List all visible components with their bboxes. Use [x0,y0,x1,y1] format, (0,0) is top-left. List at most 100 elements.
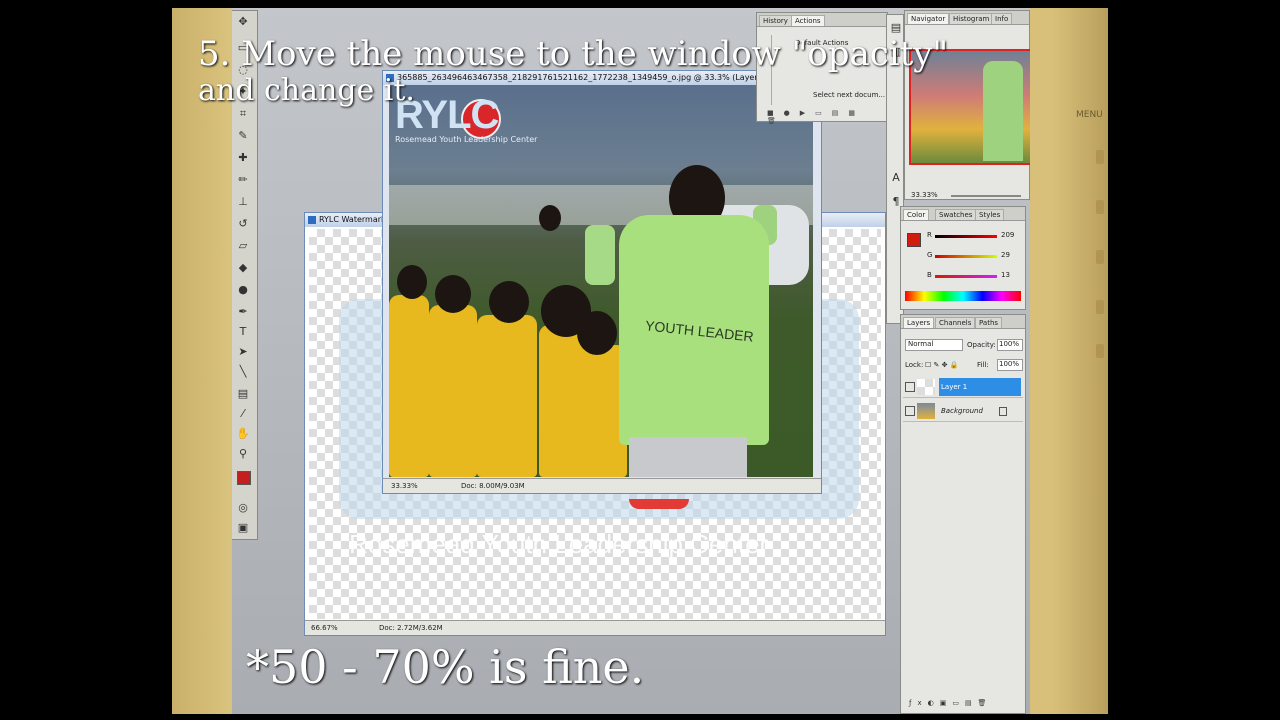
tab-channels[interactable]: Channels [935,317,976,328]
type-tool-icon[interactable]: T [236,325,250,339]
background-person [585,225,615,285]
opacity-field[interactable]: 100% [997,339,1023,351]
photo-zoom[interactable]: 33.33% [391,479,418,493]
g-value[interactable]: 29 [1001,251,1010,259]
b-label: B [927,271,932,279]
monitor-button[interactable] [1096,344,1104,358]
visibility-eye-icon[interactable] [905,382,915,392]
healing-brush-icon[interactable]: ✚ [236,151,250,165]
path-selection-icon[interactable]: ➤ [236,345,250,359]
photo-document-window[interactable]: 365885_263496463467358_218291761521162_1… [382,70,822,494]
fill-field[interactable]: 100% [997,359,1023,371]
monitor-button[interactable] [1096,300,1104,314]
watermark-doc-size: Doc: 2.72M/3.62M [379,624,443,632]
rylc-logo: RYLC Rosemead Youth Leadership Center [395,91,538,147]
layer-row[interactable]: Background [903,401,1023,422]
quick-mask-icon[interactable]: ◎ [236,501,250,515]
foreground-color-chip[interactable] [907,233,921,247]
tab-info[interactable]: Info [991,13,1013,24]
tab-history[interactable]: History [759,15,792,26]
layers-panel: Layers Channels Paths Normal Opacity: 10… [900,314,1026,714]
notes-tool-icon[interactable]: ▤ [236,387,250,401]
eraser-tool-icon[interactable]: ▱ [236,239,250,253]
photo-doc-size: Doc: 8.00M/9.03M [461,482,525,490]
watermark-text: Rosemead Youth Leadership Center [349,529,769,559]
hand-tool-icon[interactable]: ✋ [236,427,250,441]
action-controls[interactable]: ■●▶▭▤▦🗑 [767,109,883,125]
child-head [435,275,471,313]
lock-label: Lock: [905,361,924,369]
monitor-button[interactable] [1096,200,1104,214]
brushes-icon[interactable]: ▤ [889,21,903,35]
pen-tool-icon[interactable]: ✒ [236,305,250,319]
child-head [577,311,617,355]
watermark-zoom[interactable]: 66.67% [311,621,338,635]
tab-layers[interactable]: Layers [903,317,935,328]
history-brush-icon[interactable]: ↺ [236,217,250,231]
photo-canvas[interactable]: YOUTH LEADER RYLC Rosemead Youth Leaders… [389,85,813,477]
crop-tool-icon[interactable]: ⌗ [236,107,250,121]
tab-histogram[interactable]: Histogram [949,13,994,24]
layer-row[interactable]: Layer 1 [903,377,1023,398]
child-head [397,265,427,299]
child-yellow-shirt [389,295,429,477]
action-item[interactable]: Select next docum... [813,91,885,99]
panel-tabs: Color Swatches Styles [901,207,1025,221]
shirt-text: YOUTH LEADER [644,317,755,345]
line-tool-icon[interactable]: ╲ [236,365,250,379]
tab-styles[interactable]: Styles [975,209,1005,220]
layer-name[interactable]: Background [941,401,983,421]
tab-actions[interactable]: Actions [791,15,825,26]
panel-tabs: Navigator Histogram Info [905,11,1029,25]
navigator-zoom[interactable]: 33.33% [911,191,938,199]
tab-color[interactable]: Color [903,209,930,220]
tab-swatches[interactable]: Swatches [935,209,977,220]
photo-window-title-text: 365885_263496463467358_218291761521162_1… [397,73,799,82]
tab-navigator[interactable]: Navigator [907,13,950,24]
color-panel: Color Swatches Styles R 209 G 29 B 13 [900,206,1026,310]
lock-icons[interactable]: ☐ ✎ ✥ 🔒 [925,361,958,369]
layers-footer-icons[interactable]: ƒx◐▣▭▤🗑 [909,699,1021,709]
b-value[interactable]: 13 [1001,271,1010,279]
blur-tool-icon[interactable]: ● [236,283,250,297]
move-tool-icon[interactable]: ✥ [236,15,250,29]
tab-paths[interactable]: Paths [975,317,1003,328]
layer-name[interactable]: Layer 1 [941,377,967,397]
character-icon[interactable]: A [889,171,903,185]
r-slider[interactable] [935,235,997,238]
eyedropper-icon[interactable]: ✎ [236,129,250,143]
child-yellow-shirt [477,315,537,477]
watermark-status-bar: 66.67% Doc: 2.72M/3.62M [305,620,885,635]
leader-shorts [629,437,747,477]
navigator-zoom-slider[interactable] [951,195,1021,197]
child-head [489,281,529,323]
blend-mode-select[interactable]: Normal [905,339,963,351]
foreground-color-swatch[interactable] [237,471,251,485]
paint-bucket-icon[interactable]: ◆ [236,261,250,275]
tutorial-caption-line1: 5. Move the mouse to the window "opacity… [198,34,949,74]
color-ramp[interactable] [905,291,1021,301]
zoom-tool-icon[interactable]: ⚲ [236,447,250,461]
opacity-value: 100% [999,340,1020,348]
eyedropper-icon[interactable]: ⁄ [236,407,250,421]
monitor-menu-label: MENU [1076,110,1103,120]
screen-mode-icon[interactable]: ▣ [236,521,250,535]
panel-tabs: History Actions [757,13,887,27]
r-value[interactable]: 209 [1001,231,1014,239]
g-slider[interactable] [935,255,997,258]
panel-tabs: Layers Channels Paths [901,315,1025,329]
visibility-eye-icon[interactable] [905,406,915,416]
monitor-button[interactable] [1096,250,1104,264]
watermark-logo-dot [629,499,689,509]
logo-subtitle: Rosemead Youth Leadership Center [395,135,538,144]
youth-leader-figure: YOUTH LEADER [619,165,775,477]
monitor-button[interactable] [1096,150,1104,164]
fill-value: 100% [999,360,1020,368]
child-yellow-shirt [563,345,627,477]
monitor-screen: ✥ ▭ ◌ ✦ ⌗ ✎ ✚ ✏ ⊥ ↺ ▱ ◆ ● ✒ T ➤ ╲ ▤ ⁄ ✋ … [232,8,1030,714]
b-slider[interactable] [935,275,997,278]
photo-status-bar: 33.33% Doc: 8.00M/9.03M [383,478,821,493]
clone-stamp-icon[interactable]: ⊥ [236,195,250,209]
opacity-label: Opacity: [967,341,996,349]
brush-tool-icon[interactable]: ✏ [236,173,250,187]
